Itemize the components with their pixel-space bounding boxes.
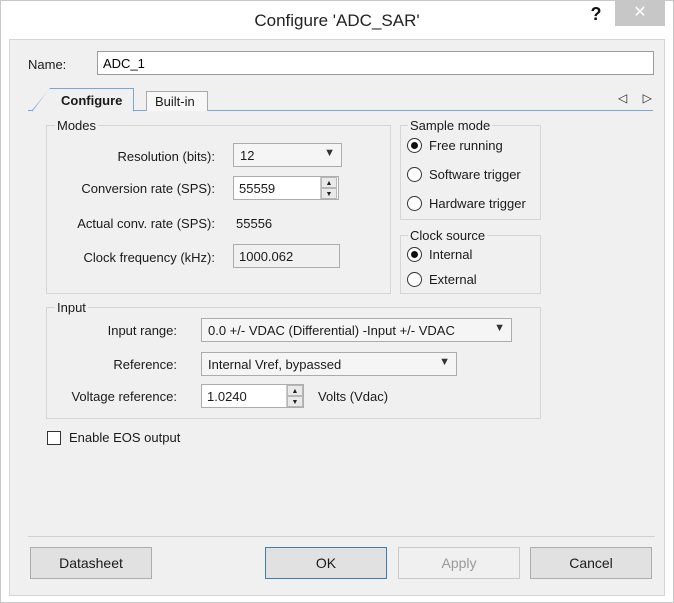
enable-eos-label: Enable EOS output (69, 430, 181, 445)
clock-frequency-value: 1000.062 (239, 249, 294, 264)
reference-value: Internal Vref, bypassed (208, 357, 342, 372)
free-running-label: Free running (429, 138, 503, 153)
voltage-reference-value: 1.0240 (207, 389, 247, 404)
tab-configure-label: Configure (61, 93, 123, 108)
clock-frequency-label: Clock frequency (kHz): (83, 250, 215, 265)
reference-select[interactable]: Internal Vref, bypassed ▼ (201, 352, 457, 376)
input-range-select[interactable]: 0.0 +/- VDAC (Differential) -Input +/- V… (201, 318, 512, 342)
clock-frequency-field: 1000.062 (233, 244, 340, 268)
radio-external[interactable]: External (407, 272, 477, 287)
radio-hardware-trigger[interactable]: Hardware trigger (407, 196, 526, 211)
tab-built-in-label: Built-in (155, 94, 195, 109)
hardware-trigger-label: Hardware trigger (429, 196, 526, 211)
chevron-down-icon: ▼ (494, 322, 505, 334)
datasheet-button[interactable]: Datasheet (30, 547, 152, 579)
radio-button-icon (407, 272, 422, 287)
enable-eos-checkbox[interactable]: Enable EOS output (47, 430, 180, 445)
tab-built-in[interactable]: Built-in (146, 91, 208, 111)
conversion-rate-value: 55559 (239, 181, 276, 196)
reference-label: Reference: (113, 357, 177, 372)
dialog-window: Configure 'ADC_SAR' ? ✕ Name: Configure … (0, 0, 674, 603)
resolution-label: Resolution (bits): (117, 149, 215, 164)
chevron-down-icon: ▼ (324, 147, 335, 159)
name-label: Name: (28, 57, 67, 72)
resolution-select[interactable]: 12 ▼ (233, 143, 342, 167)
cancel-button[interactable]: Cancel (530, 547, 652, 579)
window-title: Configure 'ADC_SAR' (254, 11, 420, 30)
software-trigger-label: Software trigger (429, 167, 521, 182)
radio-button-icon (407, 167, 422, 182)
voltage-unit: Volts (Vdac) (318, 389, 389, 404)
spin-down-icon[interactable]: ▼ (287, 396, 303, 407)
modes-legend: Modes (55, 118, 99, 133)
clock-source-legend: Clock source (408, 228, 488, 243)
sample-mode-legend: Sample mode (408, 118, 493, 133)
external-label: External (429, 272, 477, 287)
input-legend: Input (55, 300, 88, 315)
radio-button-checked-icon (407, 138, 422, 153)
input-range-value: 0.0 +/- VDAC (Differential) -Input +/- V… (208, 323, 455, 338)
checkbox-icon (47, 431, 61, 445)
spin-up-icon[interactable]: ▲ (321, 177, 337, 188)
resolution-value: 12 (240, 148, 255, 163)
conversion-rate-stepper[interactable]: ▲ ▼ (320, 177, 337, 199)
conversion-rate-label: Conversion rate (SPS): (81, 181, 215, 196)
tab-scroll-arrows-icon[interactable]: ◁ ▷ (618, 91, 658, 105)
button-separator (28, 536, 655, 537)
radio-button-checked-icon (407, 247, 422, 262)
voltage-reference-stepper[interactable]: ▲ ▼ (286, 385, 303, 407)
radio-internal[interactable]: Internal (407, 247, 472, 262)
chevron-down-icon: ▼ (439, 356, 450, 368)
actual-rate-label: Actual conv. rate (SPS): (77, 216, 215, 231)
help-button[interactable]: ? (586, 3, 606, 27)
actual-rate-value: 55556 (236, 216, 273, 231)
name-input[interactable] (97, 51, 654, 75)
title-bar: Configure 'ADC_SAR' ? ✕ (1, 1, 673, 39)
input-range-label: Input range: (107, 323, 177, 338)
radio-button-icon (407, 196, 422, 211)
dialog-content: Name: Configure Built-in ◁ ▷ Modes Resol… (9, 39, 665, 596)
apply-button[interactable]: Apply (398, 547, 520, 579)
ok-button[interactable]: OK (265, 547, 387, 579)
spin-up-icon[interactable]: ▲ (287, 385, 303, 396)
voltage-reference-label: Voltage reference: (71, 389, 177, 404)
internal-label: Internal (429, 247, 473, 262)
close-button[interactable]: ✕ (615, 1, 665, 26)
radio-free-running[interactable]: Free running (407, 138, 503, 153)
spin-down-icon[interactable]: ▼ (321, 188, 337, 199)
radio-software-trigger[interactable]: Software trigger (407, 167, 521, 182)
